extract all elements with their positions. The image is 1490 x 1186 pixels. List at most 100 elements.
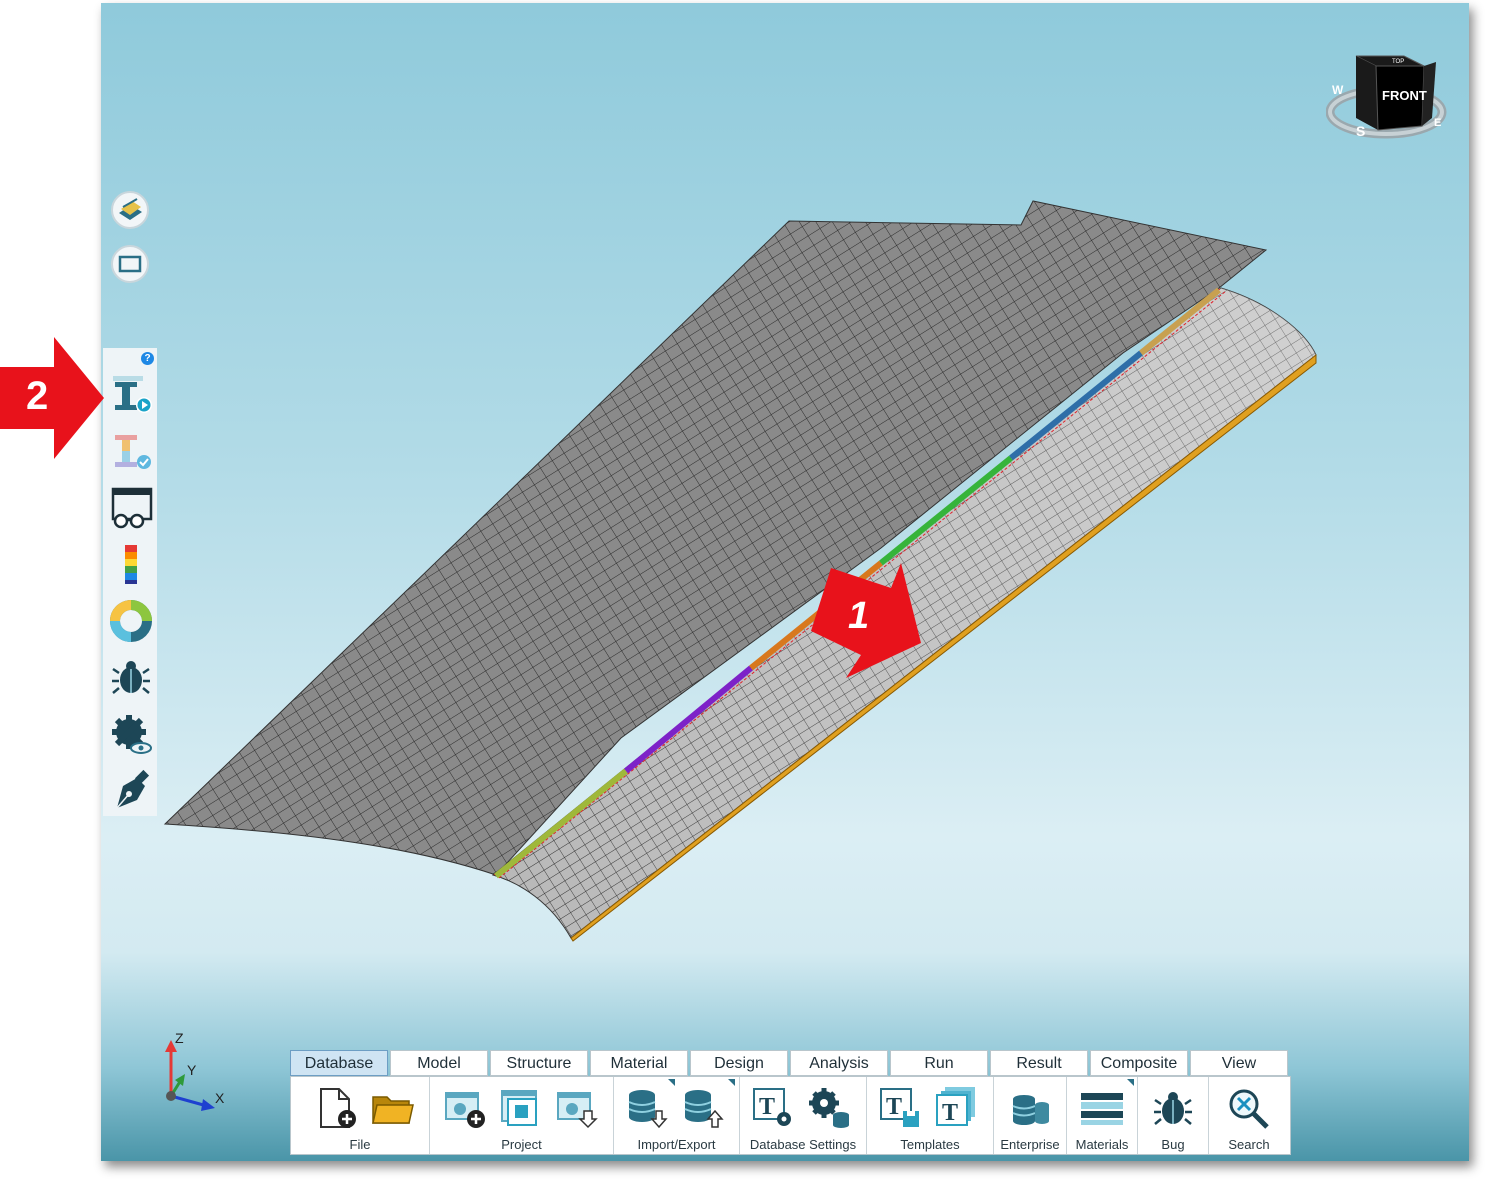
tab-view[interactable]: View — [1190, 1050, 1288, 1076]
wing-panel-mesh[interactable]: 1 — [101, 3, 1469, 1161]
axis-y-label: Y — [187, 1062, 197, 1078]
import-export-group-label: Import/Export — [637, 1137, 716, 1152]
svg-text:T: T — [942, 1100, 958, 1126]
svg-text:T: T — [886, 1094, 902, 1120]
view-cube[interactable]: FRONT TOP W S E — [1326, 50, 1451, 145]
material-layers-icon — [1081, 1093, 1123, 1125]
report-bug-button[interactable] — [1150, 1085, 1196, 1131]
folder-icon — [372, 1096, 414, 1124]
compass-east[interactable]: E — [1434, 117, 1441, 129]
axis-triad: Z Y X — [149, 1028, 239, 1118]
new-file-button[interactable] — [313, 1085, 359, 1131]
templates-stack-icon: T — [936, 1087, 975, 1126]
viewer-tool[interactable] — [109, 485, 153, 529]
donut-chart-tool[interactable] — [109, 599, 153, 643]
verify-beam-tool[interactable] — [109, 429, 153, 473]
ribbon-group-database-settings: T Database Settings — [740, 1077, 867, 1154]
export-dropdown-indicator[interactable] — [728, 1079, 735, 1086]
layers-icon — [119, 198, 142, 220]
view-cube-front-face[interactable]: FRONT — [1382, 88, 1427, 103]
export-database-button[interactable] — [680, 1085, 726, 1131]
side-toolstrip: ? — [103, 348, 157, 816]
tab-material[interactable]: Material — [590, 1050, 688, 1076]
model-viewport[interactable]: 1 ? FRONT TOP W S E Z Y X Database Model… — [101, 3, 1469, 1161]
materials-dropdown-indicator[interactable] — [1127, 1079, 1134, 1086]
annotate-tool[interactable] — [109, 768, 153, 812]
file-group-label: File — [349, 1137, 371, 1152]
run-beam-analysis-tool[interactable] — [109, 372, 153, 416]
layers-view-button[interactable] — [111, 191, 149, 229]
view-settings-tool[interactable] — [109, 712, 153, 756]
callout-number-1: 1 — [848, 595, 869, 637]
ribbon-toolbar: Database Model Structure Material Design… — [290, 1050, 1291, 1155]
template-settings-button[interactable]: T — [750, 1085, 796, 1131]
search-button[interactable] — [1225, 1085, 1271, 1131]
bug-icon — [1154, 1092, 1192, 1125]
import-dropdown-indicator[interactable] — [668, 1079, 675, 1086]
import-database-button[interactable] — [624, 1085, 670, 1131]
database-import-icon — [628, 1090, 668, 1129]
callout-number-2: 2 — [26, 374, 49, 418]
ribbon-group-file: File — [291, 1077, 430, 1154]
i-beam-check-icon — [115, 435, 151, 469]
tab-analysis[interactable]: Analysis — [790, 1050, 888, 1076]
template-save-icon: T — [880, 1088, 919, 1127]
bug-report-tool[interactable] — [109, 655, 153, 699]
database-settings-button[interactable] — [806, 1085, 852, 1131]
ribbon-group-project: Project — [430, 1077, 614, 1154]
compass-south[interactable]: S — [1356, 123, 1365, 139]
bug-icon — [112, 661, 150, 694]
database-export-icon — [684, 1090, 724, 1128]
templates-group-label: Templates — [900, 1137, 960, 1152]
open-file-button[interactable] — [369, 1085, 415, 1131]
tab-model[interactable]: Model — [390, 1050, 488, 1076]
tab-database[interactable]: Database — [290, 1050, 388, 1076]
contour-legend-tool[interactable] — [109, 542, 153, 586]
axis-x-label: X — [215, 1090, 225, 1106]
i-beam-play-icon — [113, 376, 152, 413]
import-project-button[interactable] — [554, 1085, 600, 1131]
project-group-label: Project — [501, 1137, 542, 1152]
materials-group-label: Materials — [1075, 1137, 1129, 1152]
view-cube-top-face[interactable]: TOP — [1392, 59, 1404, 65]
new-project-icon — [445, 1092, 485, 1128]
enterprise-databases-icon — [1012, 1095, 1049, 1125]
help-icon[interactable]: ? — [141, 352, 154, 365]
project-download-icon — [557, 1092, 598, 1129]
save-template-button[interactable]: T — [877, 1085, 923, 1131]
pen-nib-icon — [116, 769, 150, 809]
svg-text:T: T — [759, 1094, 775, 1120]
new-project-button[interactable] — [442, 1085, 488, 1131]
materials-button[interactable] — [1079, 1085, 1125, 1131]
tab-result[interactable]: Result — [990, 1050, 1088, 1076]
gear-eye-icon — [112, 715, 152, 754]
tab-design[interactable]: Design — [690, 1050, 788, 1076]
search-group-label: Search — [1228, 1137, 1270, 1152]
new-file-icon — [320, 1088, 356, 1128]
enterprise-button[interactable] — [1007, 1085, 1053, 1131]
compass-west[interactable]: W — [1332, 83, 1344, 97]
ribbon-group-enterprise: Enterprise — [994, 1077, 1067, 1154]
template-gear-icon: T — [753, 1088, 791, 1126]
callout-arrow-2 — [0, 337, 104, 459]
ribbon-panel: File Project Import/Export T Database Se… — [290, 1076, 1291, 1155]
ribbon-group-materials: Materials — [1067, 1077, 1138, 1154]
axis-z-label: Z — [175, 1030, 184, 1046]
templates-button[interactable]: T — [933, 1085, 979, 1131]
ribbon-group-import-export: Import/Export — [614, 1077, 740, 1154]
glasses-window-icon — [111, 487, 153, 529]
donut-chart-icon — [110, 600, 152, 642]
tab-structure[interactable]: Structure — [490, 1050, 588, 1076]
database-settings-group-label: Database Settings — [749, 1137, 857, 1152]
tab-composite[interactable]: Composite — [1090, 1050, 1188, 1076]
enterprise-group-label: Enterprise — [1000, 1137, 1060, 1152]
project-window-icon — [501, 1090, 537, 1126]
ribbon-group-templates: T T Templates — [867, 1077, 994, 1154]
gear-database-icon — [809, 1088, 849, 1128]
open-project-button[interactable] — [498, 1085, 544, 1131]
rectangle-icon — [118, 255, 142, 273]
ribbon-group-bug: Bug — [1138, 1077, 1209, 1154]
tab-run[interactable]: Run — [890, 1050, 988, 1076]
ribbon-group-search: Search — [1209, 1077, 1289, 1154]
frame-view-button[interactable] — [111, 245, 149, 283]
